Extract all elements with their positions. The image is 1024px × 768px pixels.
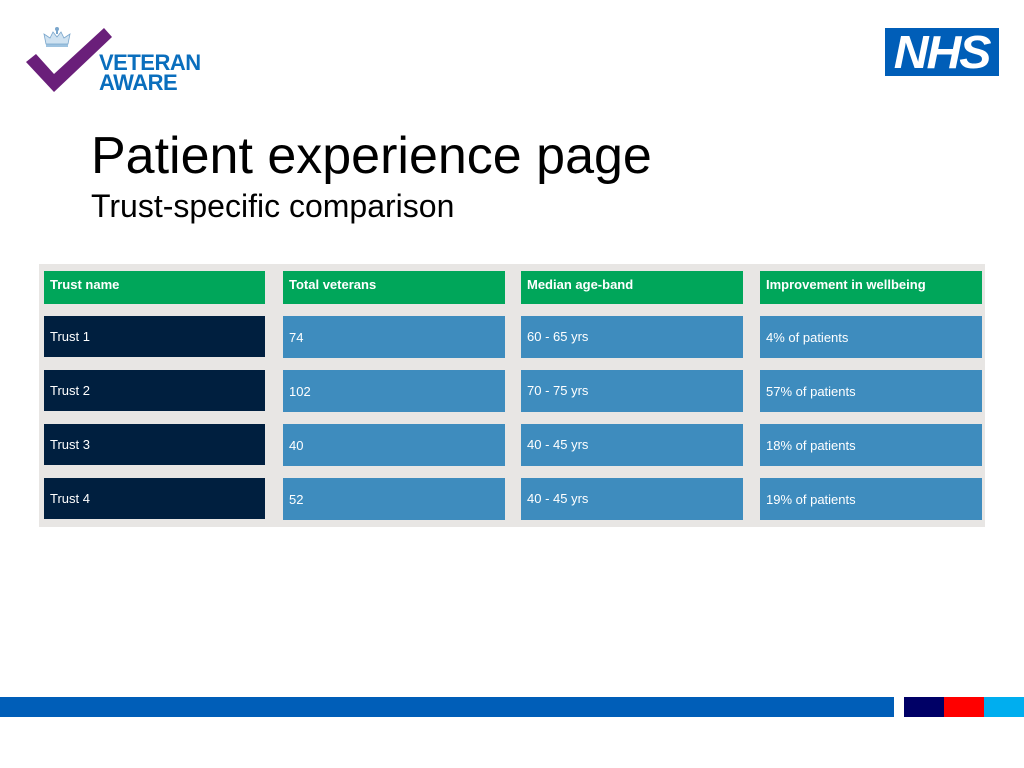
column-header-improvement: Improvement in wellbeing xyxy=(760,271,982,304)
table-cell-total-veterans: 74 xyxy=(283,316,505,358)
table-cell-trust-name: Trust 2 xyxy=(44,370,265,411)
table-cell-median-age-band: 40 - 45 yrs xyxy=(521,478,743,520)
table-cell-total-veterans: 102 xyxy=(283,370,505,412)
footer-bar xyxy=(0,697,894,717)
footer-swatch-navy xyxy=(904,697,944,717)
column-header-trust-name: Trust name xyxy=(44,271,265,304)
table-cell-improvement: 18% of patients xyxy=(760,424,982,466)
veteran-aware-wordmark: VETERAN AWARE xyxy=(99,52,201,95)
table-cell-trust-name: Trust 3 xyxy=(44,424,265,465)
column-header-median-age-band: Median age-band xyxy=(521,271,743,304)
nhs-logo-text: NHS xyxy=(894,26,992,78)
comparison-table: Trust name Total veterans Median age-ban… xyxy=(39,264,985,527)
footer-swatch-red xyxy=(944,697,984,717)
table-cell-total-veterans: 52 xyxy=(283,478,505,520)
table-cell-trust-name: Trust 4 xyxy=(44,478,265,519)
nhs-logo: NHS xyxy=(885,28,999,76)
table-cell-median-age-band: 70 - 75 yrs xyxy=(521,370,743,412)
slide: VETERAN AWARE NHS Patient experience pag… xyxy=(0,0,1024,768)
veteran-aware-logo: VETERAN AWARE xyxy=(26,24,216,96)
table-cell-trust-name: Trust 1 xyxy=(44,316,265,357)
table-cell-median-age-band: 60 - 65 yrs xyxy=(521,316,743,358)
page-subtitle: Trust-specific comparison xyxy=(91,188,455,224)
page-title: Patient experience page xyxy=(91,127,652,185)
table-cell-median-age-band: 40 - 45 yrs xyxy=(521,424,743,466)
table-cell-improvement: 4% of patients xyxy=(760,316,982,358)
table-cell-improvement: 57% of patients xyxy=(760,370,982,412)
column-header-total-veterans: Total veterans xyxy=(283,271,505,304)
footer-swatch-cyan xyxy=(984,697,1024,717)
table-cell-total-veterans: 40 xyxy=(283,424,505,466)
table-cell-improvement: 19% of patients xyxy=(760,478,982,520)
veteran-aware-line2: AWARE xyxy=(99,70,178,95)
